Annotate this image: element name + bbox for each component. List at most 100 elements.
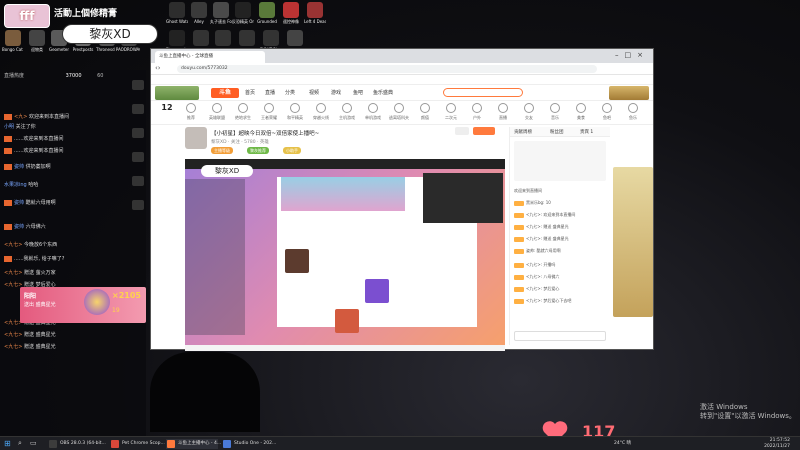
level-badge-icon: [4, 147, 12, 154]
level-badge-icon: [514, 224, 524, 230]
desktop-icon-darling[interactable]: 丸子速去 For Darling: [210, 2, 232, 32]
taskbar-app-obs[interactable]: OBS 28.0.3 (64-bit...: [48, 439, 106, 449]
nav-category[interactable]: 分类: [285, 89, 295, 96]
category-item[interactable]: 单机游戏: [361, 103, 385, 121]
nav-game[interactable]: 游戏: [331, 89, 341, 96]
chat-user: 姿帅: [14, 224, 25, 230]
taskbar-app-douyu[interactable]: 斗鱼上主播中心 - 4...: [166, 439, 221, 449]
nav-live[interactable]: 直播: [265, 89, 275, 96]
chat-input[interactable]: [514, 331, 606, 341]
system-clock[interactable]: 21:57:52 2022/11/27: [764, 438, 790, 450]
category-item[interactable]: 二次元: [439, 103, 463, 121]
room-tag[interactable]: 黎灰推荐: [247, 147, 269, 154]
phasmophobia-icon: [169, 30, 185, 46]
avatar[interactable]: [185, 127, 207, 149]
room-chat-panel: 贡献周榜 粉丝团 贵宾 1 欢迎来到直播间 黑米乐bg: 10 <九七>: 欢迎…: [509, 127, 610, 345]
taskbar-app-chrome[interactable]: Pet Chrome Scop...: [110, 439, 165, 449]
stream-title-banner: 活動上個修精膏: [54, 9, 118, 19]
rank-tabs[interactable]: 贡献周榜 粉丝团 贵宾 1: [510, 127, 610, 137]
start-icon[interactable]: ⊞: [4, 439, 11, 448]
category-item[interactable]: 音乐: [543, 103, 567, 121]
category-label: 推荐: [187, 115, 195, 120]
nav-home[interactable]: 首页: [245, 89, 255, 96]
category-item[interactable]: 英雄联盟: [205, 103, 229, 121]
desktop-icon-grounded[interactable]: Grounded: [256, 2, 278, 32]
douyu-logo[interactable]: 斗鱼: [211, 88, 239, 98]
chat-message: <九七> 赠送 盛典星光: [4, 342, 142, 352]
category-icon: [238, 103, 248, 113]
category-item[interactable]: 颜值: [413, 103, 437, 121]
desktop-icon-csol[interactable]: 反恐精英 Online: [232, 2, 254, 32]
toolbar-icon[interactable]: [132, 200, 144, 210]
toolbar-icon[interactable]: [132, 104, 144, 114]
clock-date: 2022/11/27: [764, 444, 790, 449]
url-input[interactable]: douyu.com/5773032: [177, 65, 597, 73]
desktop-icon-2[interactable]: 迎物类: [26, 30, 48, 60]
window-controls[interactable]: –□×: [615, 51, 649, 59]
promo-banner-right[interactable]: [609, 86, 649, 100]
gift-count: ×2105: [112, 291, 141, 300]
room-tag[interactable]: 主播等级: [211, 147, 233, 154]
stream-player[interactable]: 黎灰XD: [185, 159, 505, 345]
browser-tab[interactable]: 斗鱼上直播中心 - 全球直播: [155, 51, 265, 63]
category-item[interactable]: 鱼乐: [621, 103, 645, 121]
weather-status[interactable]: 24°C 晴: [614, 440, 631, 446]
desktop-icon-bongo-cat[interactable]: Bongo Cat Mver.exe: [2, 30, 24, 60]
promo-box[interactable]: [613, 129, 651, 159]
chat-message: <九七> 赠送 萤火万家: [4, 268, 142, 278]
category-item[interactable]: 主机游戏: [335, 103, 359, 121]
nav-festival[interactable]: 鱼乐盛典: [373, 89, 393, 96]
search-input[interactable]: [443, 88, 523, 97]
nav-video[interactable]: 视频: [309, 89, 319, 96]
category-icon: [394, 103, 404, 113]
category-item[interactable]: 推荐: [179, 103, 203, 121]
taskbar-app-label: Pet Chrome Scop...: [122, 441, 165, 446]
desktop-icon-label: Bongo Cat Mver.exe: [2, 47, 24, 52]
toolbar-icon[interactable]: [132, 128, 144, 138]
category-item[interactable]: 逃离塔科夫: [387, 103, 411, 121]
category-icon: [524, 103, 534, 113]
game-icon: [213, 2, 229, 18]
gift-sender: 阳阳: [24, 293, 37, 300]
rank-tab-label: 贡献周榜: [514, 130, 532, 135]
category-label: 逃离塔科夫: [389, 115, 409, 120]
chat-user: <九七>: [4, 270, 23, 276]
desktop-icon-remote[interactable]: 遥控神像: [280, 2, 302, 32]
player-gift-bar[interactable]: [185, 345, 505, 351]
category-item[interactable]: 穿越火线: [309, 103, 333, 121]
room-chat-line: <九七>: 赠送 盛典星光: [514, 235, 608, 243]
l4d2-icon: [307, 2, 323, 18]
room-tag[interactable]: 小助手: [283, 147, 301, 154]
follow-button[interactable]: [473, 127, 495, 135]
toolbar-icon[interactable]: [132, 152, 144, 162]
app-icon: [215, 30, 231, 46]
level-badge-icon: [514, 236, 524, 242]
category-item[interactable]: 美食: [569, 103, 593, 121]
chat-text: <九七>: 梦后爱心下去吧: [526, 298, 572, 303]
search-icon[interactable]: ⌕: [18, 439, 22, 448]
chat-user: 水果凉ing: [4, 182, 27, 188]
chat-message: 姿帅 六母佛六: [4, 222, 142, 232]
category-icon: [576, 103, 586, 113]
category-item[interactable]: 交友: [517, 103, 541, 121]
grounded-icon: [259, 2, 275, 18]
category-item[interactable]: 王者荣耀: [257, 103, 281, 121]
desktop-icon-ghost-watchers[interactable]: Ghost Watchers: [166, 2, 188, 32]
share-button[interactable]: [455, 127, 469, 135]
toolbar-icon[interactable]: [132, 176, 144, 186]
taskbar-app-studio-one[interactable]: Studio One - 202...: [222, 439, 276, 449]
desktop-icon-alley[interactable]: Alley: [188, 2, 210, 32]
back-forward-icon[interactable]: ‹›: [155, 64, 161, 72]
task-view-icon[interactable]: ▭: [30, 439, 37, 447]
category-item[interactable]: 绝地求生: [231, 103, 255, 121]
category-item[interactable]: 鱼吧: [595, 103, 619, 121]
promo-banner-left[interactable]: [155, 86, 199, 100]
category-item[interactable]: 和平精英: [283, 103, 307, 121]
nav-fishbar[interactable]: 鱼吧: [353, 89, 363, 96]
toolbar-icon[interactable]: [132, 80, 144, 90]
category-item[interactable]: 户外: [465, 103, 489, 121]
chat-message: 姿帅 酷就六母用啊: [4, 198, 142, 208]
category-item[interactable]: 直播: [491, 103, 515, 121]
desktop-icon-l4d2[interactable]: Left 4 Dead 2: [304, 2, 326, 32]
promo-sidebar-ad[interactable]: [613, 167, 653, 317]
